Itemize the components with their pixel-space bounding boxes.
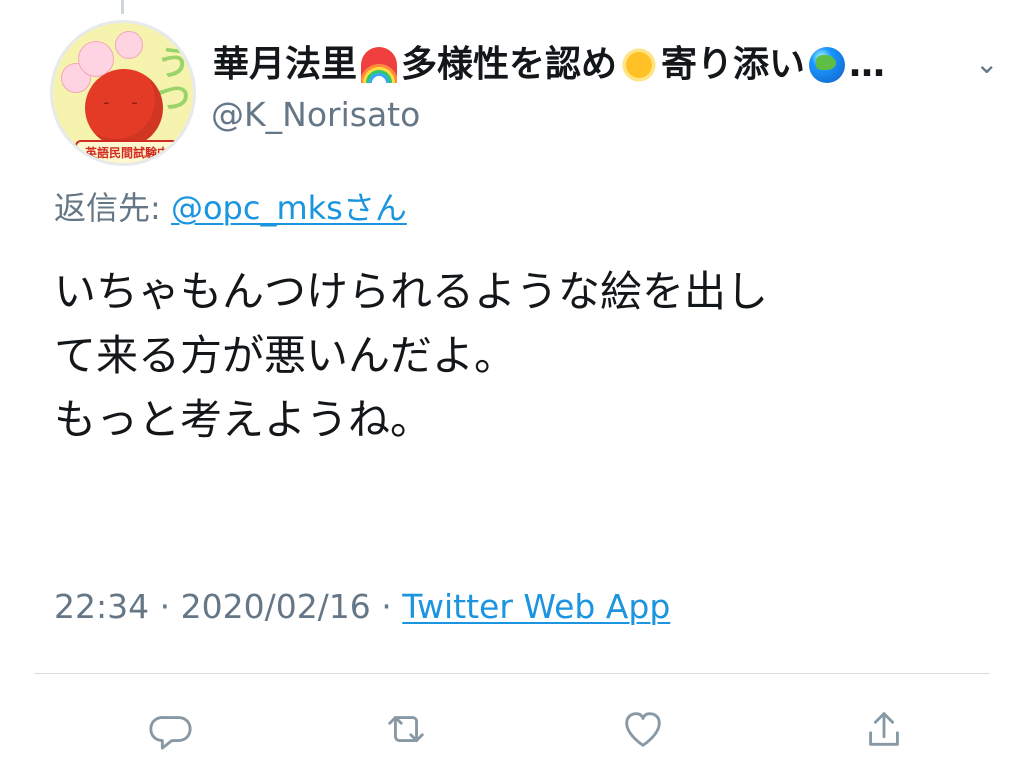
- reply-icon: [149, 716, 192, 750]
- heart-icon: [625, 712, 661, 747]
- divider: [34, 673, 990, 674]
- source-app-link[interactable]: Twitter Web App: [402, 587, 670, 626]
- avatar[interactable]: うつ - - 英語民間試験中止!: [50, 20, 196, 166]
- like-button[interactable]: [614, 700, 672, 758]
- flower-icon: [115, 31, 143, 59]
- rainbow-icon: [361, 47, 398, 83]
- user-handle[interactable]: @K_Norisato: [211, 96, 420, 134]
- mascot-face-icon: - -: [103, 92, 146, 113]
- reply-target-link[interactable]: @opc_mksさん: [171, 189, 407, 227]
- retweet-button[interactable]: [377, 700, 435, 758]
- sun-icon: [626, 52, 652, 78]
- tweet-date: 2020/02/16: [180, 587, 371, 626]
- tweet-meta: 22:34 · 2020/02/16 · Twitter Web App: [54, 587, 670, 627]
- display-name[interactable]: 華月法里 多様性を認め 寄り添い …: [213, 45, 885, 85]
- display-name-part: 寄り添い: [661, 44, 806, 85]
- display-name-part: 多様性を認め: [401, 44, 618, 85]
- chevron-down-icon[interactable]: ⌄: [975, 50, 999, 78]
- meta-separator: ·: [370, 587, 403, 626]
- avatar-badge: 英語民間試験中止!: [75, 140, 179, 163]
- tweet-text: いちゃもんつけられるような絵を出し て来る方が悪いんだよ。 もっと考えようね。: [54, 267, 769, 444]
- share-button[interactable]: [855, 700, 913, 758]
- meta-separator: ·: [149, 587, 181, 626]
- reply-to-line: 返信先: @opc_mksさん: [54, 189, 407, 227]
- reply-prefix: 返信先:: [54, 189, 171, 227]
- display-name-part: 華月法里: [213, 44, 358, 85]
- share-icon: [869, 712, 899, 746]
- globe-icon: [809, 47, 846, 83]
- retweet-icon: [388, 716, 424, 742]
- display-name-part: …: [849, 44, 886, 85]
- tweet-actions: [0, 700, 1024, 760]
- thread-connector-line: [121, 0, 124, 14]
- tweet-time: 22:34: [54, 587, 150, 626]
- reply-button[interactable]: [141, 700, 199, 758]
